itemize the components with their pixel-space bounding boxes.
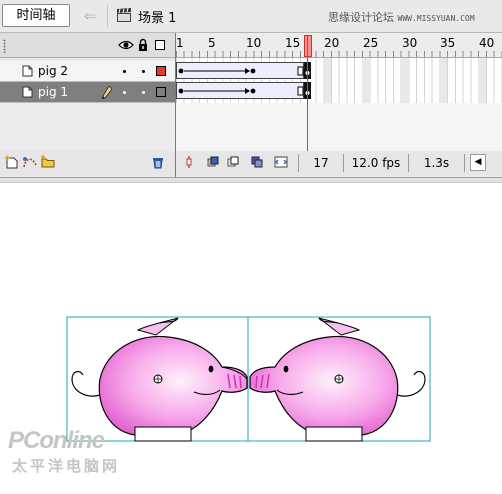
elapsed-time-readout: 1.3s bbox=[408, 154, 465, 172]
frame-ruler[interactable]: 1 5 10 15 20 25 30 35 40 bbox=[176, 33, 502, 58]
outline-square-icon[interactable] bbox=[155, 40, 165, 50]
frames-empty-area bbox=[176, 103, 502, 151]
layer-outline-swatch[interactable] bbox=[156, 87, 166, 97]
eye-icon[interactable] bbox=[118, 39, 134, 51]
frame-rate-readout[interactable]: 12.0 fps bbox=[343, 154, 408, 172]
scroll-left-button[interactable]: ◀ bbox=[470, 154, 486, 171]
lock-toggle[interactable] bbox=[142, 70, 145, 73]
clapperboard-icon bbox=[117, 8, 131, 22]
toolbar-separator bbox=[107, 5, 108, 27]
layer-list-empty-area bbox=[0, 103, 175, 151]
pconline-watermark: PConline 太平洋电脑网 bbox=[8, 427, 198, 479]
frames-grid[interactable] bbox=[176, 58, 502, 103]
tween-arrows bbox=[178, 86, 304, 96]
ruler-label: 35 bbox=[440, 36, 456, 50]
watermark-cn: 思缘设计论坛 bbox=[328, 11, 394, 24]
visibility-toggle[interactable] bbox=[123, 70, 126, 73]
timeline-panel: pig 2 pig 1 1 5 10 15 20 25 30 35 40 17 … bbox=[0, 33, 502, 177]
modify-onion-markers-icon[interactable] bbox=[274, 155, 288, 169]
insert-layer-icon[interactable] bbox=[4, 155, 20, 169]
timeline-status-bar: 17 12.0 fps 1.3s ◀ bbox=[176, 151, 502, 175]
layer-page-icon bbox=[22, 86, 33, 98]
edit-multiple-frames-icon[interactable] bbox=[250, 155, 264, 169]
ruler-label: 15 bbox=[285, 36, 301, 50]
ruler-label: 10 bbox=[246, 36, 262, 50]
trash-icon[interactable] bbox=[150, 155, 166, 169]
add-motion-guide-icon[interactable] bbox=[22, 155, 38, 169]
tween-arrows bbox=[178, 66, 304, 76]
current-frame-readout: 17 bbox=[298, 154, 343, 172]
frame-shade bbox=[362, 58, 370, 103]
frame-shade bbox=[478, 58, 486, 103]
frame-shade bbox=[439, 58, 447, 103]
brand-main-text: PConline bbox=[8, 427, 105, 454]
motion-tween-pig-2[interactable] bbox=[176, 62, 304, 79]
frame-shade bbox=[401, 58, 409, 103]
layer-row-pig-2[interactable]: pig 2 bbox=[0, 61, 175, 82]
ruler-label: 20 bbox=[324, 36, 340, 50]
frame-shade bbox=[323, 58, 331, 103]
insert-folder-icon[interactable] bbox=[40, 155, 56, 169]
center-frame-icon[interactable] bbox=[182, 155, 196, 169]
ruler-label: 25 bbox=[363, 36, 379, 50]
forum-watermark: 思缘设计论坛 WWW.MISSYUAN.COM bbox=[328, 9, 475, 25]
layer-page-icon bbox=[22, 65, 33, 77]
layer-row-pig-1[interactable]: pig 1 bbox=[0, 82, 175, 103]
timeline-tab-button[interactable]: 时间轴 bbox=[2, 4, 70, 27]
ruler-label: 5 bbox=[208, 36, 216, 50]
onion-skin-outlines-icon[interactable] bbox=[226, 155, 240, 169]
panel-grip-handle[interactable] bbox=[3, 39, 6, 53]
layer-name[interactable]: pig 2 bbox=[38, 64, 68, 78]
pig-1-graphic bbox=[71, 317, 248, 442]
back-arrow-icon[interactable]: ⇐ bbox=[79, 6, 101, 26]
timeline-top-bar: 时间轴 ⇐ 场景 1 思缘设计论坛 WWW.MISSYUAN.COM bbox=[0, 0, 502, 33]
ruler-ticks bbox=[176, 51, 502, 57]
layer-color-swatch[interactable] bbox=[156, 66, 166, 76]
visibility-toggle[interactable] bbox=[123, 91, 126, 94]
brand-sub-text: 太平洋电脑网 bbox=[12, 457, 121, 475]
playhead-handle[interactable] bbox=[304, 35, 312, 57]
motion-tween-pig-1[interactable] bbox=[176, 82, 304, 99]
layer-footer-toolbar bbox=[0, 151, 175, 175]
watermark-url: WWW.MISSYUAN.COM bbox=[397, 14, 475, 23]
ruler-label: 1 bbox=[176, 36, 184, 50]
ruler-label: 30 bbox=[402, 36, 418, 50]
onion-skin-icon[interactable] bbox=[206, 155, 220, 169]
lock-icon[interactable] bbox=[138, 38, 148, 52]
pencil-icon bbox=[102, 86, 112, 99]
pig-2-graphic bbox=[249, 317, 426, 442]
layer-header bbox=[0, 33, 175, 58]
lock-toggle[interactable] bbox=[142, 91, 145, 94]
scene-label[interactable]: 场景 1 bbox=[138, 7, 176, 26]
ruler-label: 40 bbox=[479, 36, 495, 50]
layer-name[interactable]: pig 1 bbox=[38, 85, 68, 99]
